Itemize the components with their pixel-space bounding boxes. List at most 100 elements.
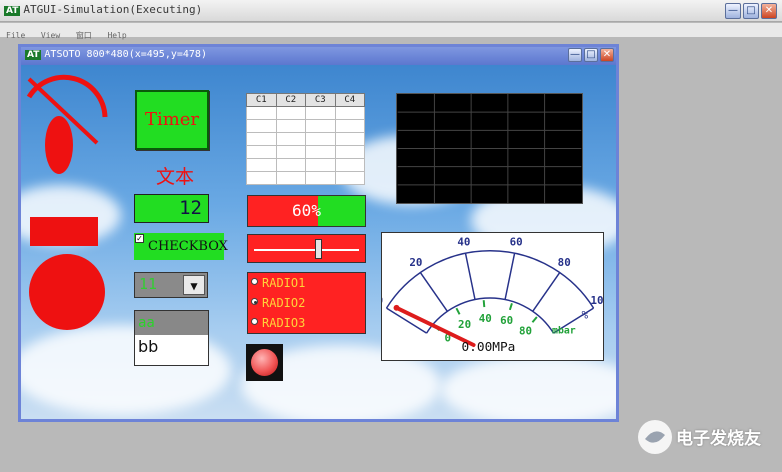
maximize-icon: □: [746, 5, 756, 16]
menu-window[interactable]: 窗口: [76, 31, 92, 40]
text-label: 文本: [155, 166, 194, 188]
gauge-major-tick: [419, 272, 448, 312]
gauge-outer-tick-label: 100: [590, 294, 604, 307]
list-box[interactable]: aa bb: [134, 310, 209, 366]
inner-minimize-button[interactable]: —: [568, 48, 582, 62]
table-header-c3: C3: [305, 93, 336, 107]
simulation-window-title: AT ATSOTO 800*480(x=495,y=478): [25, 49, 207, 60]
table-cell[interactable]: [246, 145, 277, 159]
close-icon: ✕: [602, 49, 612, 60]
watermark-text: 电子发烧友: [676, 429, 761, 449]
table-cell[interactable]: [305, 119, 336, 133]
table-cell[interactable]: [275, 119, 306, 133]
table-row: [246, 119, 365, 133]
radio-button[interactable]: [251, 318, 258, 325]
table-cell[interactable]: [275, 171, 306, 185]
gauge-outer-tick-label: 60: [510, 235, 523, 248]
outer-titlebar: AT ATGUI-Simulation(Executing) — □ ✕: [0, 0, 782, 22]
grid-display-panel: [396, 93, 583, 204]
close-icon: ✕: [764, 5, 774, 16]
led-indicator: [246, 344, 283, 381]
gauge-mbar-unit: mbar: [552, 325, 576, 336]
radio-label: RADIO1: [262, 276, 306, 290]
app-logo-icon: AT: [25, 50, 42, 60]
number-display: 12: [134, 194, 209, 223]
table-cell[interactable]: [334, 119, 365, 133]
radio-group: RADIO1 RADIO2 RADIO3: [247, 272, 366, 334]
list-item[interactable]: aa: [135, 311, 208, 335]
pressure-gauge: 020406080100020406080 0.00MPa % mbar: [381, 232, 604, 361]
table-cell[interactable]: [275, 132, 306, 146]
checkbox[interactable]: ✓ CHECKBOX: [134, 233, 228, 260]
progress-bar: 60%: [247, 195, 366, 227]
gauge-major-tick: [532, 272, 561, 312]
gauge-needle-hub: [393, 304, 400, 311]
menu-view[interactable]: View: [41, 31, 60, 40]
table-cell[interactable]: [305, 106, 336, 120]
gauge-major-tick: [464, 253, 476, 300]
table-cell[interactable]: [305, 171, 336, 185]
radio-button[interactable]: [251, 278, 258, 285]
table-cell[interactable]: [246, 132, 277, 146]
gauge-inner-tick-label: 40: [479, 312, 492, 325]
outer-close-button[interactable]: ✕: [761, 3, 777, 19]
gauge-major-tick: [504, 253, 516, 300]
table-cell[interactable]: [334, 132, 365, 146]
gauge-outer-tick-label: 40: [457, 235, 470, 248]
table-row: [246, 158, 365, 172]
outer-minimize-button[interactable]: —: [725, 3, 741, 19]
maximize-icon: □: [586, 49, 596, 60]
table-row: [246, 132, 365, 146]
table-cell[interactable]: [275, 145, 306, 159]
gauge-minor-tick: [482, 300, 486, 308]
gauge-outer-tick-label: 0: [381, 294, 383, 307]
table-cell[interactable]: [305, 145, 336, 159]
check-icon[interactable]: ✓: [135, 234, 144, 243]
menu-help[interactable]: Help: [107, 31, 126, 40]
dropdown-arrow-icon[interactable]: ▼: [183, 275, 205, 295]
led-lamp: [251, 349, 278, 376]
table-cell[interactable]: [334, 158, 365, 172]
table-header-c4: C4: [334, 93, 365, 107]
table-cell[interactable]: [334, 145, 365, 159]
menu-file[interactable]: File: [6, 31, 25, 40]
red-circle: [29, 254, 105, 330]
app-logo-icon: AT: [4, 6, 21, 16]
table-cell[interactable]: [305, 132, 336, 146]
simulation-title-text: ATSOTO 800*480(x=495,y=478): [44, 49, 207, 60]
red-ellipse: [45, 116, 73, 174]
table-cell[interactable]: [275, 106, 306, 120]
table-cell[interactable]: [275, 158, 306, 172]
table-cell[interactable]: [246, 171, 277, 185]
table-cell[interactable]: [305, 158, 336, 172]
simulation-window: AT ATSOTO 800*480(x=495,y=478) — □ ✕ Time…: [18, 44, 619, 422]
table-cell[interactable]: [334, 106, 365, 120]
inner-maximize-button[interactable]: □: [584, 48, 598, 62]
red-rectangle: [30, 217, 98, 246]
radio-button[interactable]: [251, 298, 258, 305]
gauge-inner-tick-label: 60: [500, 314, 513, 327]
red-arc: [26, 74, 108, 118]
slider[interactable]: [247, 234, 366, 263]
list-item[interactable]: bb: [135, 335, 208, 359]
table-cell[interactable]: [334, 171, 365, 185]
table-cell[interactable]: [246, 106, 277, 120]
gauge-inner-tick-label: 80: [519, 325, 532, 338]
outer-window-title: AT ATGUI-Simulation(Executing): [4, 3, 202, 16]
minimize-icon: —: [570, 49, 580, 60]
combo-box[interactable]: 11 ▼: [134, 272, 208, 298]
radio-label: RADIO2: [262, 296, 306, 310]
slider-thumb[interactable]: [315, 239, 323, 259]
radio-option-3[interactable]: RADIO3: [251, 314, 361, 332]
table-cell[interactable]: [246, 158, 277, 172]
slider-track[interactable]: [254, 249, 359, 251]
inner-close-button[interactable]: ✕: [600, 48, 614, 62]
table-row: [246, 171, 365, 185]
table-row: [246, 145, 365, 159]
radio-option-1[interactable]: RADIO1: [251, 274, 361, 292]
table-cell[interactable]: [246, 119, 277, 133]
outer-maximize-button[interactable]: □: [743, 3, 759, 19]
timer-button[interactable]: Timer: [135, 90, 209, 150]
radio-option-2[interactable]: RADIO2: [251, 294, 361, 312]
menubar: File View 窗口 Help: [0, 23, 782, 40]
